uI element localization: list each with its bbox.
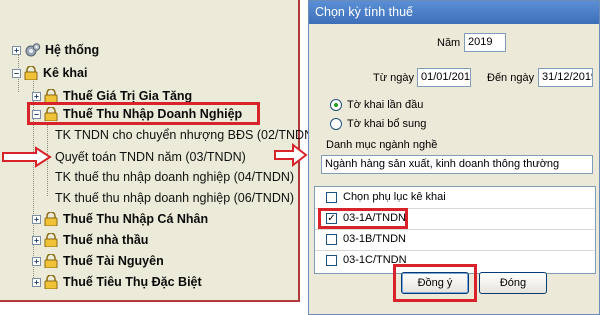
year-label: Năm xyxy=(437,37,461,49)
expand-icon[interactable]: + xyxy=(32,277,41,287)
red-arrow-icon xyxy=(2,146,52,168)
collapse-icon[interactable]: − xyxy=(32,109,41,119)
expand-icon[interactable]: + xyxy=(32,214,41,224)
tree-item-label: TK TNDN cho chuyển nhượng BĐS (02/TNDN) xyxy=(55,128,318,142)
appendix-list: Chọn phụ lục kê khai ✓ 03-1A/TNDN 03-1B/… xyxy=(314,186,596,274)
tree-item-label: Thuế Tiêu Thụ Đặc Biệt xyxy=(63,275,202,289)
close-button[interactable]: Đóng xyxy=(479,272,547,294)
radio-first-label: Tờ khai lần đầu xyxy=(347,99,424,111)
tree-item-label: TK thuế thu nhập doanh nghiệp (06/TNDN) xyxy=(55,191,295,205)
from-date-input[interactable]: 01/01/2019 xyxy=(417,68,471,87)
to-date-label: Đến ngày xyxy=(487,72,535,84)
appendix-header: Chọn phụ lục kê khai xyxy=(343,191,446,203)
tree-item-tndn[interactable]: − Thuế Thu Nhập Doanh Nghiệp xyxy=(32,104,242,124)
tree-leaf-02-tndn[interactable]: TK TNDN cho chuyển nhượng BĐS (02/TNDN) xyxy=(55,125,317,145)
ok-button[interactable]: Đồng ý xyxy=(401,272,469,294)
folder-lock-icon xyxy=(44,233,58,247)
tree-item-ttdb[interactable]: + Thuế Tiêu Thụ Đặc Biệt xyxy=(32,272,202,292)
appendix-checkbox-03-1b[interactable] xyxy=(326,234,337,245)
radio-first-declaration[interactable] xyxy=(330,99,342,111)
year-input[interactable]: 2019 xyxy=(464,33,506,52)
tree-item-label: TK thuế thu nhập doanh nghiệp (04/TNDN) xyxy=(55,170,295,184)
menu-tree: + Hệ thống − Kê khai + Thuế Giá Trị Gia … xyxy=(0,0,317,302)
tree-leaf-06-tndn[interactable]: TK thuế thu nhập doanh nghiệp (06/TNDN) xyxy=(55,188,294,208)
tree-item-label: Thuế Tài Nguyên xyxy=(63,254,164,268)
tax-period-dialog: Chọn kỳ tính thuế Năm 2019 Từ ngày 01/01… xyxy=(308,0,600,315)
appendix-label: 03-1A/TNDN xyxy=(343,212,406,224)
collapse-icon[interactable]: − xyxy=(12,68,21,78)
to-date-input[interactable]: 31/12/2019 xyxy=(538,68,593,87)
tree-item-tncn[interactable]: + Thuế Thu Nhập Cá Nhân xyxy=(32,209,208,229)
red-arrow-icon xyxy=(274,143,308,167)
dialog-title: Chọn kỳ tính thuế xyxy=(309,1,599,24)
industry-select[interactable]: Ngành hàng sản xuất, kinh doanh thông th… xyxy=(321,155,593,174)
folder-lock-icon xyxy=(44,107,58,121)
folder-lock-icon xyxy=(44,254,58,268)
select-all-checkbox[interactable] xyxy=(326,192,337,203)
gear-icon xyxy=(25,42,41,56)
tree-item-nha-thau[interactable]: + Thuế nhà thầu xyxy=(32,230,148,250)
folder-lock-icon xyxy=(44,212,58,226)
folder-lock-icon xyxy=(24,66,38,80)
tree-item-label: Thuế Thu Nhập Doanh Nghiệp xyxy=(63,107,243,121)
radio-supplementary[interactable] xyxy=(330,118,342,130)
tree-item-ke-khai[interactable]: − Kê khai xyxy=(12,63,87,83)
industry-label: Danh mục ngành nghề xyxy=(326,139,438,151)
folder-lock-icon xyxy=(44,89,58,103)
tree-item-label: Quyết toán TNDN năm (03/TNDN) xyxy=(55,150,246,164)
radio-supplement-label: Tờ khai bổ sung xyxy=(347,118,427,130)
expand-icon[interactable]: + xyxy=(32,235,41,245)
appendix-checkbox-03-1c[interactable] xyxy=(326,255,337,266)
tree-item-label: Thuế nhà thầu xyxy=(63,233,149,247)
expand-icon[interactable]: + xyxy=(32,91,41,101)
tree-item-he-thong[interactable]: + Hệ thống xyxy=(12,40,99,60)
appendix-label: 03-1B/TNDN xyxy=(343,233,406,245)
appendix-checkbox-03-1a[interactable]: ✓ xyxy=(326,213,337,224)
tree-leaf-04-tndn[interactable]: TK thuế thu nhập doanh nghiệp (04/TNDN) xyxy=(55,167,294,187)
tree-item-label: Thuế Giá Trị Gia Tăng xyxy=(63,89,193,103)
tree-item-label: Thuế Thu Nhập Cá Nhân xyxy=(63,212,209,226)
expand-icon[interactable]: + xyxy=(12,45,21,55)
from-date-label: Từ ngày xyxy=(373,72,414,84)
tree-item-label: Hệ thống xyxy=(45,43,100,57)
tree-item-tai-nguyen[interactable]: + Thuế Tài Nguyên xyxy=(32,251,164,271)
expand-icon[interactable]: + xyxy=(32,256,41,266)
folder-lock-icon xyxy=(44,275,58,289)
tree-leaf-03-tndn[interactable]: Quyết toán TNDN năm (03/TNDN) xyxy=(55,147,246,167)
tree-item-label: Kê khai xyxy=(43,66,88,80)
